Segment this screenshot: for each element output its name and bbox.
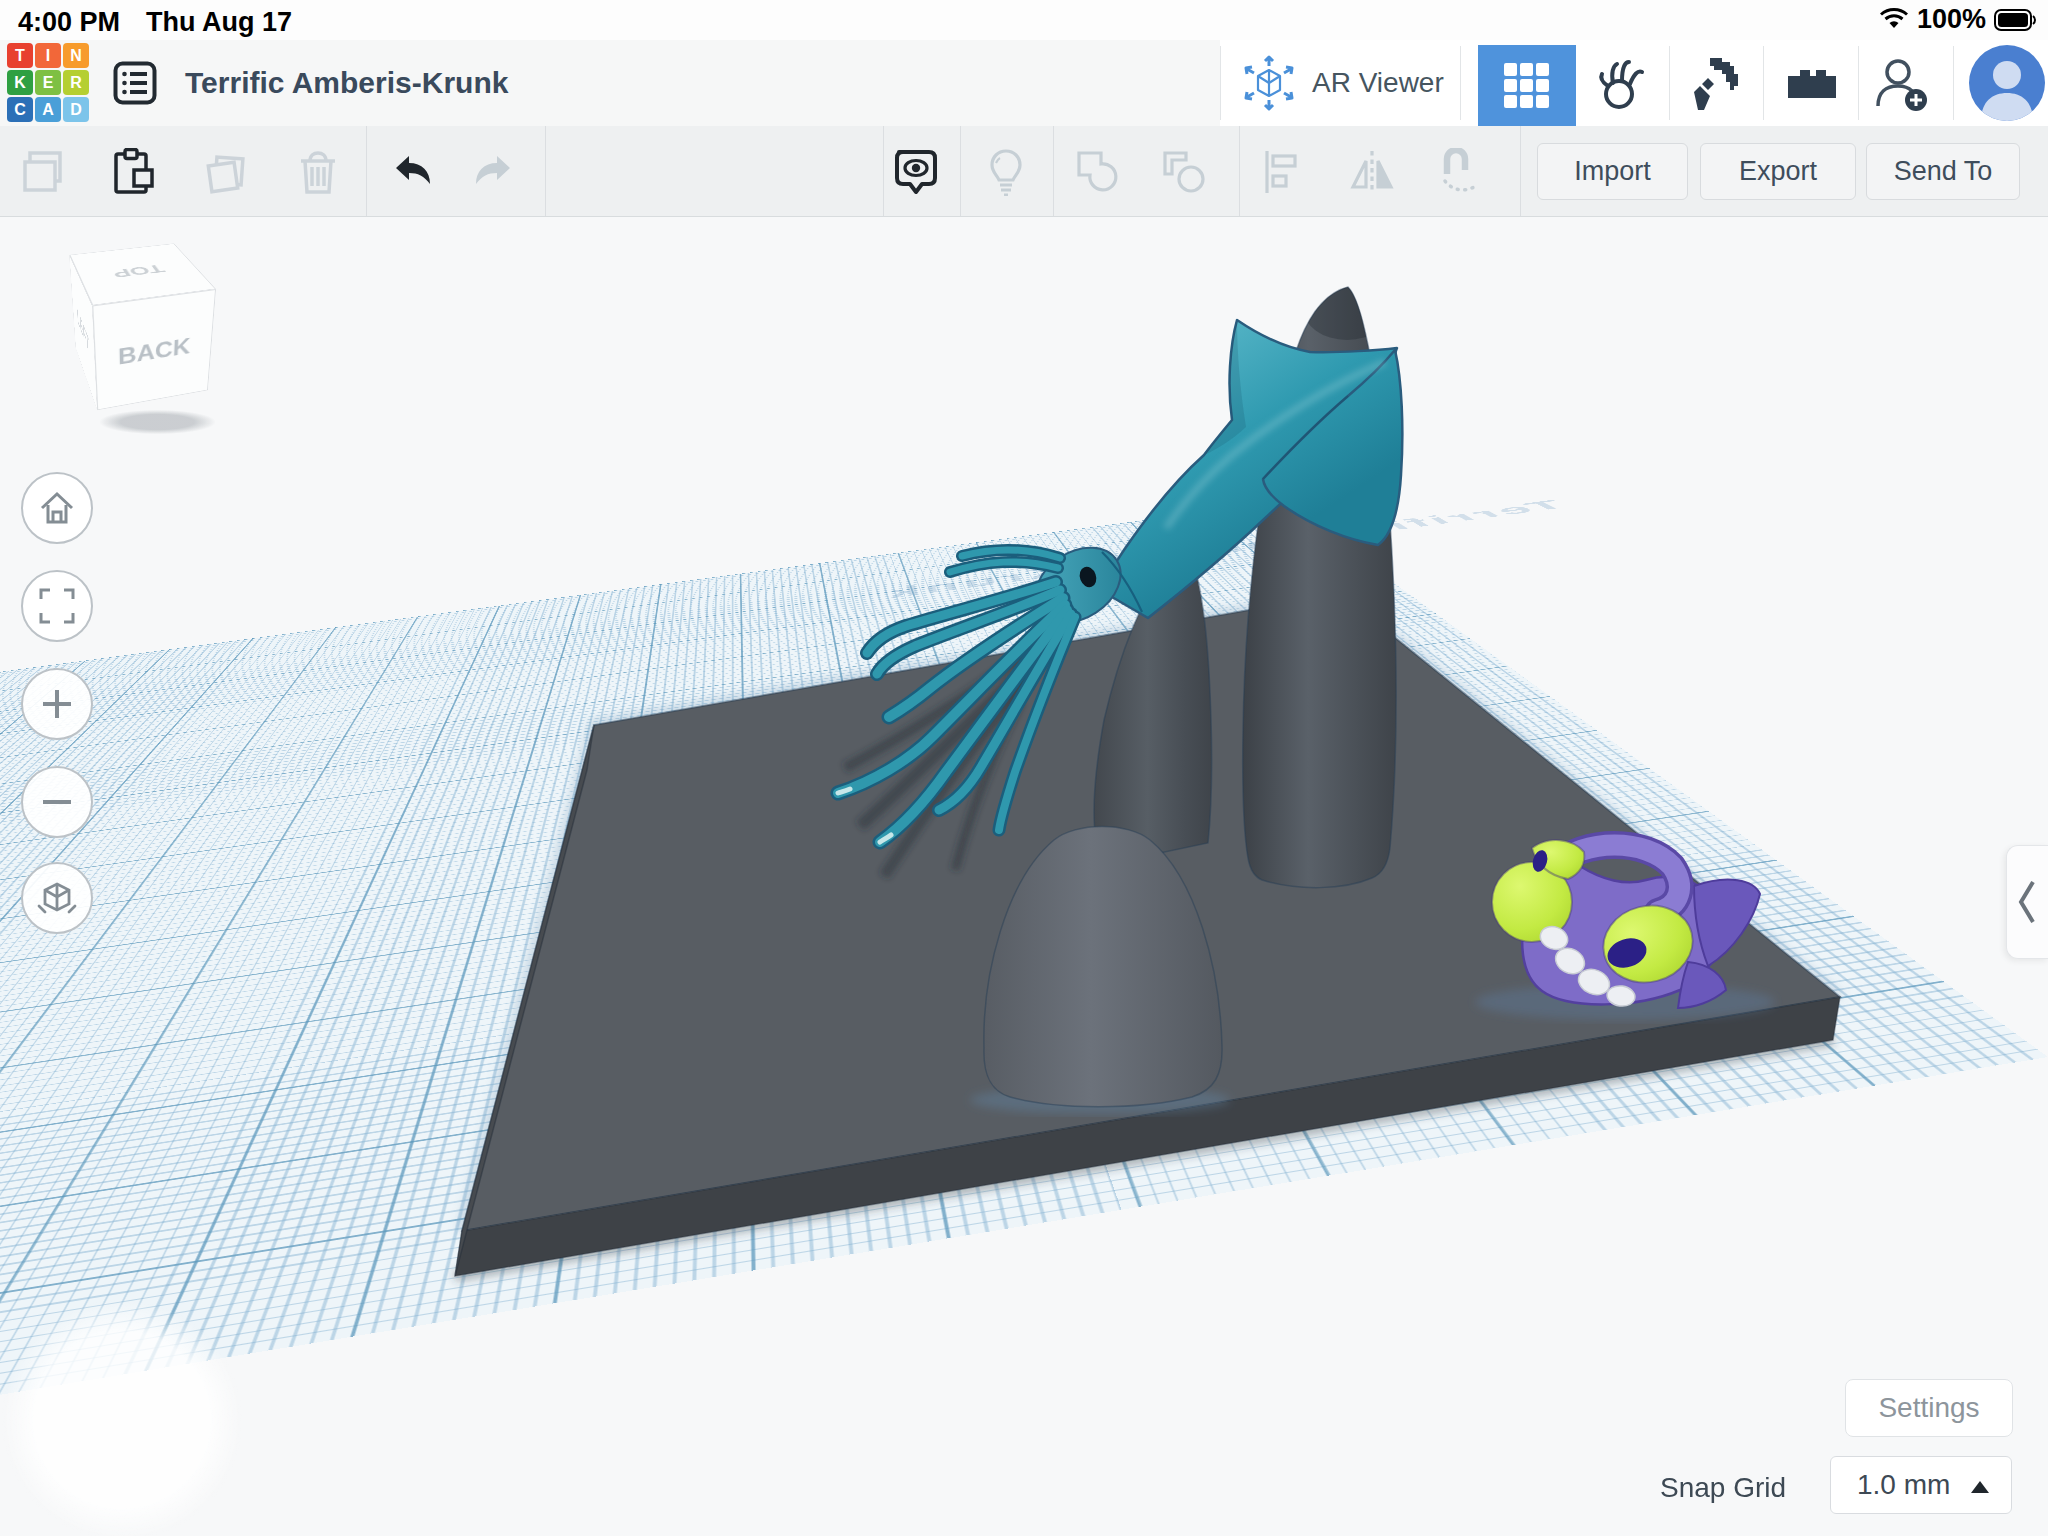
view-cube-shadow [100,410,215,434]
redo-icon[interactable] [470,148,518,196]
import-label: Import [1574,156,1651,187]
duplicate-icon[interactable] [202,148,250,196]
zoom-out-button[interactable] [21,766,93,838]
header: TIN KER CAD Terrific Amberis-Krunk [0,40,2048,126]
show-all-icon[interactable] [892,148,940,196]
minecraft-pickaxe-icon[interactable] [1688,54,1748,114]
copy-icon[interactable] [20,148,68,196]
snap-grid-label: Snap Grid [1660,1472,1786,1504]
avatar-person-icon [1969,45,2045,121]
edit-toolbar: Import Export Send To [0,126,2048,217]
ar-viewer-button[interactable]: AR Viewer [1240,54,1444,112]
send-to-button[interactable]: Send To [1866,143,2020,200]
cone-big-tip [1303,276,1391,340]
avatar[interactable] [1969,45,2045,121]
ar-viewer-label: AR Viewer [1312,67,1444,99]
ruler-icon[interactable] [1436,148,1484,196]
model-scene [0,0,2048,1536]
status-date: Thu Aug 17 [146,7,292,37]
battery-icon [1994,9,2036,31]
status-bar: 4:00 PM Thu Aug 17 100% [0,0,2048,40]
ungroup-icon[interactable] [1160,148,1208,196]
battery-percent: 100% [1917,4,1986,35]
status-time: 4:00 PM [18,7,120,37]
perspective-toggle-button[interactable] [21,862,93,934]
design-title[interactable]: Terrific Amberis-Krunk [185,66,508,100]
snap-grid-dropdown[interactable]: 1.0 mm [1830,1456,2012,1514]
undo-icon[interactable] [388,148,436,196]
settings-label: Settings [1878,1392,1979,1424]
light-icon[interactable] [982,148,1030,196]
snap-grid-value: 1.0 mm [1857,1469,1950,1501]
send-to-label: Send To [1894,156,1993,187]
export-label: Export [1739,156,1817,187]
view-cube-left-label: LEFT [76,303,89,358]
fit-view-button[interactable] [21,570,93,642]
zoom-in-button[interactable] [21,668,93,740]
touch-indicator [2,1300,242,1536]
chevron-left-icon [2007,872,2047,932]
grid-icon [1503,62,1551,110]
paste-icon[interactable] [110,148,158,196]
tinkercad-logo[interactable]: TIN KER CAD [7,43,89,123]
right-panel-tab[interactable] [2006,845,2048,959]
view-cube-top-label: TOP [109,262,167,280]
view-cube-back-face[interactable]: BACK [92,289,216,410]
view-cube-back-label: BACK [118,333,191,370]
delete-icon[interactable] [294,148,342,196]
view-cube[interactable]: BACK TOP LEFT [82,266,194,378]
wifi-icon [1879,8,1909,32]
settings-button[interactable]: Settings [1845,1379,2013,1437]
import-button[interactable]: Import [1537,143,1688,200]
tinkercad-app: Terrific Amberis-Krunk [0,0,2048,1536]
ar-cube-icon [1240,54,1298,112]
home-view-button[interactable] [21,472,93,544]
mirror-icon[interactable] [1348,148,1396,196]
add-user-icon[interactable] [1872,54,1932,114]
align-icon[interactable] [1260,148,1308,196]
export-button[interactable]: Export [1700,143,1856,200]
dropdown-arrow-icon [1971,1481,1989,1493]
shapes-panel-button[interactable] [1478,45,1576,126]
design-list-icon[interactable] [113,61,157,105]
lego-brick-icon[interactable] [1782,54,1842,114]
group-icon[interactable] [1074,148,1122,196]
sim-hand-icon[interactable] [1592,54,1652,114]
